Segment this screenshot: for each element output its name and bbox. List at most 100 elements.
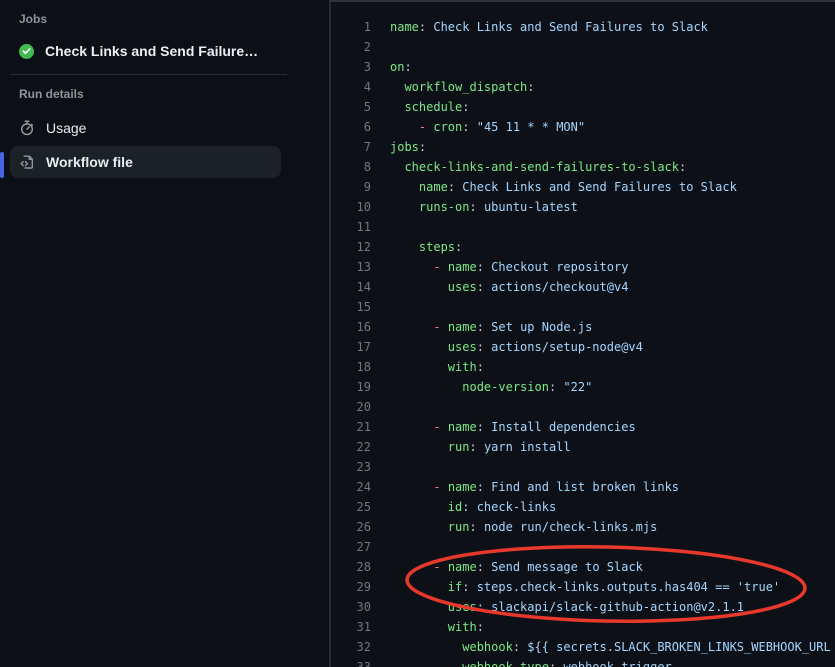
code-line: 8 check-links-and-send-failures-to-slack… [331, 157, 835, 177]
line-number: 9 [331, 177, 371, 197]
line-number: 24 [331, 477, 371, 497]
line-number: 28 [331, 557, 371, 577]
code-text: webhook: ${{ secrets.SLACK_BROKEN_LINKS_… [371, 637, 831, 657]
code-line: 9 name: Check Links and Send Failures to… [331, 177, 835, 197]
code-text: schedule: [371, 97, 469, 117]
code-line: 12 steps: [331, 237, 835, 257]
line-number: 13 [331, 257, 371, 277]
code-text [371, 37, 390, 57]
code-text: runs-on: ubuntu-latest [371, 197, 578, 217]
line-number: 17 [331, 337, 371, 357]
workflow-file-viewer[interactable]: 1 name: Check Links and Send Failures to … [330, 0, 835, 667]
code-line: 25 id: check-links [331, 497, 835, 517]
code-text: webhook-type: webhook-trigger [371, 657, 672, 667]
code-text [371, 297, 390, 317]
line-number: 21 [331, 417, 371, 437]
code-text: uses: actions/checkout@v4 [371, 277, 628, 297]
code-line: 28 - name: Send message to Slack [331, 557, 835, 577]
line-number: 8 [331, 157, 371, 177]
code-text: run: yarn install [371, 437, 571, 457]
line-number: 4 [331, 77, 371, 97]
job-name-label: Check Links and Send Failure… [45, 43, 258, 59]
code-text: - name: Send message to Slack [371, 557, 643, 577]
line-number: 14 [331, 277, 371, 297]
code-line: 6 - cron: "45 11 * * MON" [331, 117, 835, 137]
code-text: - name: Find and list broken links [371, 477, 679, 497]
code-line: 3on: [331, 57, 835, 77]
line-number: 11 [331, 217, 371, 237]
code-line: 10 runs-on: ubuntu-latest [331, 197, 835, 217]
code-line: 11 [331, 217, 835, 237]
sidebar-item-workflow-file[interactable]: Workflow file [10, 146, 281, 178]
code-line: 27 [331, 537, 835, 557]
code-text [371, 457, 390, 477]
code-line: 24 - name: Find and list broken links [331, 477, 835, 497]
line-number: 26 [331, 517, 371, 537]
code-line: 22 run: yarn install [331, 437, 835, 457]
run-details-nav: Usage Workflow file [0, 112, 329, 178]
code-text [371, 397, 390, 417]
code-text: uses: actions/setup-node@v4 [371, 337, 643, 357]
code-line: 21 - name: Install dependencies [331, 417, 835, 437]
code-line: 5 schedule: [331, 97, 835, 117]
code-line: 31 with: [331, 617, 835, 637]
code-line: 4 workflow_dispatch: [331, 77, 835, 97]
code-text: check-links-and-send-failures-to-slack: [371, 157, 686, 177]
line-number: 7 [331, 137, 371, 157]
code-line: 29 if: steps.check-links.outputs.has404 … [331, 577, 835, 597]
line-number: 15 [331, 297, 371, 317]
selected-item-accent-bar [0, 152, 4, 178]
code-line: 16 - name: Set up Node.js [331, 317, 835, 337]
code-line: 32 webhook: ${{ secrets.SLACK_BROKEN_LIN… [331, 637, 835, 657]
code-text: steps: [371, 237, 462, 257]
code-text: workflow_dispatch: [371, 77, 535, 97]
sidebar-item-label: Usage [46, 120, 86, 136]
code-line: 14 uses: actions/checkout@v4 [331, 277, 835, 297]
line-number: 5 [331, 97, 371, 117]
code-lines: 1 name: Check Links and Send Failures to … [331, 17, 835, 667]
code-line: 19 node-version: "22" [331, 377, 835, 397]
code-text: node-version: "22" [371, 377, 592, 397]
line-number: 20 [331, 397, 371, 417]
sidebar-item-usage[interactable]: Usage [10, 112, 281, 144]
code-line: 15 [331, 297, 835, 317]
code-text: with: [371, 357, 484, 377]
code-text: on: [371, 57, 412, 77]
run-sidebar: Jobs Check Links and Send Failure… Run d… [0, 0, 330, 667]
success-check-icon [19, 44, 34, 59]
code-text: run: node run/check-links.mjs [371, 517, 657, 537]
line-number: 2 [331, 37, 371, 57]
line-number: 29 [331, 577, 371, 597]
code-line: 26 run: node run/check-links.mjs [331, 517, 835, 537]
code-line: 13 - name: Checkout repository [331, 257, 835, 277]
line-number: 33 [331, 657, 371, 667]
code-text: - name: Install dependencies [371, 417, 636, 437]
code-line: 2 [331, 37, 835, 57]
code-line: 33 webhook-type: webhook-trigger [331, 657, 835, 667]
code-text: with: [371, 617, 484, 637]
stopwatch-icon [19, 120, 35, 136]
code-text: if: steps.check-links.outputs.has404 == … [371, 577, 780, 597]
code-line: 30 uses: slackapi/slack-github-action@v2… [331, 597, 835, 617]
jobs-header: Jobs [19, 12, 329, 26]
line-number: 10 [331, 197, 371, 217]
line-number: 18 [331, 357, 371, 377]
line-number: 25 [331, 497, 371, 517]
sidebar-item-job-check-links[interactable]: Check Links and Send Failure… [19, 43, 319, 59]
code-text: name: Check Links and Send Failures to S… [371, 177, 737, 197]
code-text: jobs: [371, 137, 426, 157]
file-code-icon [19, 154, 35, 170]
code-text [371, 537, 390, 557]
sidebar-divider [10, 74, 287, 75]
code-text: - cron: "45 11 * * MON" [371, 117, 585, 137]
code-line: 18 with: [331, 357, 835, 377]
run-details-header: Run details [19, 87, 329, 101]
line-number: 12 [331, 237, 371, 257]
code-line: 7jobs: [331, 137, 835, 157]
code-line: 20 [331, 397, 835, 417]
line-number: 27 [331, 537, 371, 557]
line-number: 16 [331, 317, 371, 337]
line-number: 1 [331, 17, 371, 37]
code-text: id: check-links [371, 497, 556, 517]
line-number: 19 [331, 377, 371, 397]
